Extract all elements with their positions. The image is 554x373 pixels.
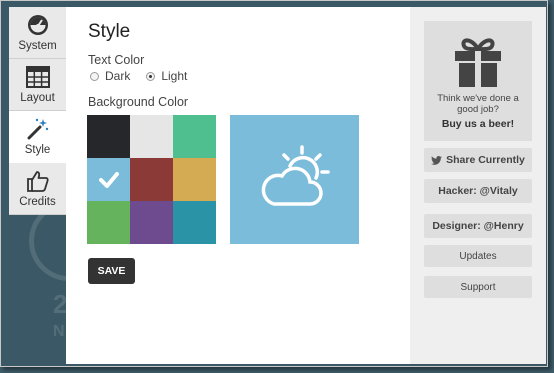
tab-label: Style [24, 144, 51, 156]
color-swatch[interactable] [87, 201, 130, 244]
updates-button[interactable]: Updates [424, 245, 532, 267]
app-window: 2 N System Layout Style Credits Style Te… [0, 0, 548, 367]
tab-credits[interactable]: Credits [9, 163, 66, 215]
tab-label: System [18, 40, 57, 52]
magic-wand-icon [26, 117, 50, 141]
color-swatch[interactable] [130, 158, 173, 201]
designer-credit-button[interactable]: Designer: @Henry [424, 214, 532, 238]
tab-style[interactable]: Style [9, 111, 66, 163]
twitter-bird-icon [431, 155, 443, 165]
share-button[interactable]: Share Currently [424, 148, 532, 172]
color-swatch[interactable] [130, 201, 173, 244]
thumbs-up-icon [26, 169, 50, 193]
color-swatch[interactable] [87, 158, 130, 201]
page-title: Style [88, 21, 131, 42]
text-color-light-radio[interactable] [146, 71, 156, 81]
text-color-label: Text Color [88, 53, 145, 67]
tab-layout[interactable]: Layout [9, 59, 66, 111]
color-swatch[interactable] [173, 115, 216, 158]
text-color-light-label: Light [161, 69, 188, 83]
color-swatch[interactable] [130, 115, 173, 158]
color-swatch[interactable] [173, 201, 216, 244]
checkmark-icon [98, 171, 119, 188]
gauge-icon [26, 13, 50, 37]
hacker-credit-button[interactable]: Hacker: @Vitaly [424, 179, 532, 203]
text-color-dark-label: Dark [105, 69, 131, 83]
share-label: Share Currently [446, 154, 525, 166]
color-swatch[interactable] [173, 158, 216, 201]
grid-icon [25, 65, 50, 89]
text-color-dark-radio[interactable] [90, 71, 99, 81]
save-button[interactable]: SAVE [88, 258, 135, 284]
tab-label: Layout [20, 92, 55, 104]
background-color-swatches [87, 115, 216, 244]
color-swatch[interactable] [87, 115, 130, 158]
promo-text: Think we've done a good job? [437, 93, 519, 115]
text-color-options: Dark Light [90, 69, 199, 83]
background-color-label: Background Color [88, 95, 189, 109]
support-button[interactable]: Support [424, 276, 532, 298]
beer-promo[interactable]: Think we've done a good job? Buy us a be… [424, 21, 532, 141]
partly-cloudy-icon [258, 144, 332, 215]
gift-icon [424, 35, 532, 93]
credits-sidebar: Think we've done a good job? Buy us a be… [410, 7, 546, 364]
style-panel: Style Text Color Dark Light Background C… [66, 7, 410, 364]
background-text-small: N [53, 323, 65, 340]
tab-label: Credits [19, 196, 56, 208]
buy-beer-link[interactable]: Buy us a beer! [424, 118, 532, 130]
settings-tabs: System Layout Style Credits [9, 7, 66, 215]
preview-box [230, 115, 359, 244]
tab-system[interactable]: System [9, 7, 66, 59]
